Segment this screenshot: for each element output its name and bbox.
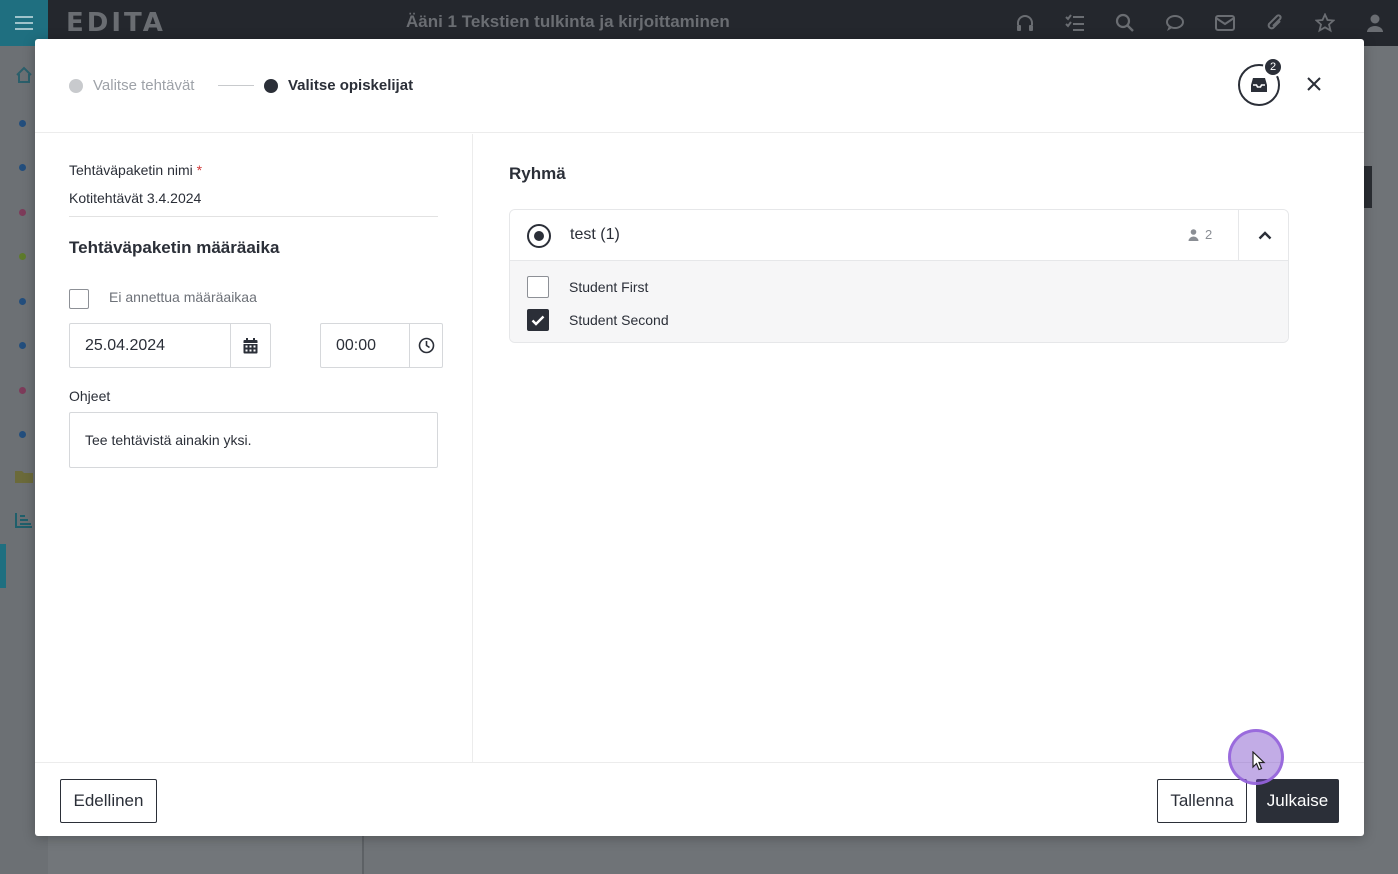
step-connector bbox=[218, 85, 254, 86]
package-name-input[interactable]: Kotitehtävät 3.4.2024 bbox=[69, 190, 201, 206]
clock-icon bbox=[418, 337, 434, 354]
instructions-label: Ohjeet bbox=[69, 388, 111, 404]
student-list: Student First Student Second bbox=[510, 261, 1288, 342]
student-name: Student Second bbox=[569, 312, 669, 328]
close-button[interactable] bbox=[1303, 73, 1325, 95]
required-mark: * bbox=[196, 162, 203, 178]
step-label: Valitse tehtävät bbox=[93, 77, 195, 94]
home-icon[interactable] bbox=[15, 66, 33, 84]
no-deadline-checkbox[interactable] bbox=[69, 289, 89, 309]
nav-dot[interactable] bbox=[19, 253, 26, 260]
step-dot bbox=[264, 78, 278, 93]
radio-selected-dot bbox=[534, 231, 544, 241]
chevron-up-icon bbox=[1258, 231, 1271, 240]
group-radio[interactable] bbox=[527, 224, 551, 248]
menu-icon bbox=[15, 16, 33, 30]
nav-dot[interactable] bbox=[19, 164, 26, 171]
collapse-group-button[interactable] bbox=[1238, 210, 1288, 261]
chart-icon[interactable] bbox=[15, 512, 33, 528]
student-row[interactable]: Student Second bbox=[527, 309, 669, 331]
app-title: Ääni 1 Tekstien tulkinta ja kirjoittamin… bbox=[406, 12, 730, 31]
nav-dot[interactable] bbox=[19, 209, 26, 216]
deadline-date-field[interactable]: 25.04.2024 bbox=[69, 323, 271, 368]
checkmark-icon bbox=[531, 315, 545, 326]
step-label: Valitse opiskelijat bbox=[288, 77, 414, 94]
step-dot bbox=[69, 78, 83, 93]
user-icon[interactable] bbox=[1364, 12, 1386, 34]
member-count: 2 bbox=[1188, 227, 1212, 242]
previous-button[interactable]: Edellinen bbox=[60, 779, 157, 823]
star-icon[interactable] bbox=[1314, 12, 1336, 34]
nav-dot[interactable] bbox=[19, 120, 26, 127]
step-select-students[interactable]: Valitse opiskelijat bbox=[264, 77, 413, 94]
package-name-label-text: Tehtäväpaketin nimi bbox=[69, 162, 193, 178]
package-name-label: Tehtäväpaketin nimi * bbox=[69, 162, 202, 178]
publish-assignment-modal: Valitse tehtävät Valitse opiskelijat 2 T… bbox=[35, 39, 1364, 836]
deadline-time-field[interactable]: 00:00 bbox=[320, 323, 443, 368]
student-name: Student First bbox=[569, 279, 649, 295]
close-icon bbox=[1307, 77, 1321, 91]
person-icon bbox=[1188, 228, 1199, 241]
app-logo: EDITA bbox=[66, 8, 166, 38]
no-deadline-label: Ei annettua määräaikaa bbox=[109, 289, 257, 305]
group-header[interactable]: test (1) 2 bbox=[510, 210, 1288, 261]
nav-active-indicator bbox=[0, 544, 6, 588]
modal-header: Valitse tehtävät Valitse opiskelijat 2 bbox=[35, 39, 1364, 133]
chat-icon[interactable] bbox=[1164, 12, 1186, 34]
search-icon[interactable] bbox=[1114, 12, 1136, 34]
publish-button[interactable]: Julkaise bbox=[1256, 779, 1339, 823]
nav-dot[interactable] bbox=[19, 298, 26, 305]
modal-footer: Edellinen Tallenna Julkaise bbox=[35, 762, 1364, 836]
student-checkbox[interactable] bbox=[527, 276, 549, 298]
tasks-icon[interactable] bbox=[1064, 12, 1086, 34]
inbox-icon bbox=[1251, 78, 1267, 92]
headphones-icon[interactable] bbox=[1014, 12, 1036, 34]
input-underline bbox=[69, 216, 438, 217]
deadline-title: Tehtäväpaketin määräaika bbox=[69, 238, 280, 257]
nav-dot[interactable] bbox=[19, 342, 26, 349]
save-button[interactable]: Tallenna bbox=[1157, 779, 1247, 823]
member-count-value: 2 bbox=[1205, 227, 1213, 242]
group-section-title: Ryhmä bbox=[509, 164, 566, 183]
group-name: test (1) bbox=[570, 226, 620, 243]
instructions-textarea[interactable]: Tee tehtävistä ainakin yksi. bbox=[69, 412, 438, 468]
mail-icon[interactable] bbox=[1214, 12, 1236, 34]
calendar-icon bbox=[243, 337, 258, 353]
step-select-tasks[interactable]: Valitse tehtävät bbox=[69, 77, 194, 94]
package-settings-pane: Tehtäväpaketin nimi * Kotitehtävät 3.4.2… bbox=[35, 134, 473, 762]
attachment-icon[interactable] bbox=[1264, 12, 1286, 34]
group-card: test (1) 2 Student First Student Second bbox=[509, 209, 1289, 343]
inbox-count-badge: 2 bbox=[1263, 57, 1283, 77]
nav-dot[interactable] bbox=[19, 431, 26, 438]
folder-icon[interactable] bbox=[14, 468, 34, 484]
student-row[interactable]: Student First bbox=[527, 276, 648, 298]
nav-dot[interactable] bbox=[19, 387, 26, 394]
date-picker-button[interactable] bbox=[230, 324, 270, 367]
time-input[interactable]: 00:00 bbox=[321, 324, 409, 367]
date-input[interactable]: 25.04.2024 bbox=[70, 324, 230, 367]
student-checkbox[interactable] bbox=[527, 309, 549, 331]
time-picker-button[interactable] bbox=[409, 324, 442, 367]
